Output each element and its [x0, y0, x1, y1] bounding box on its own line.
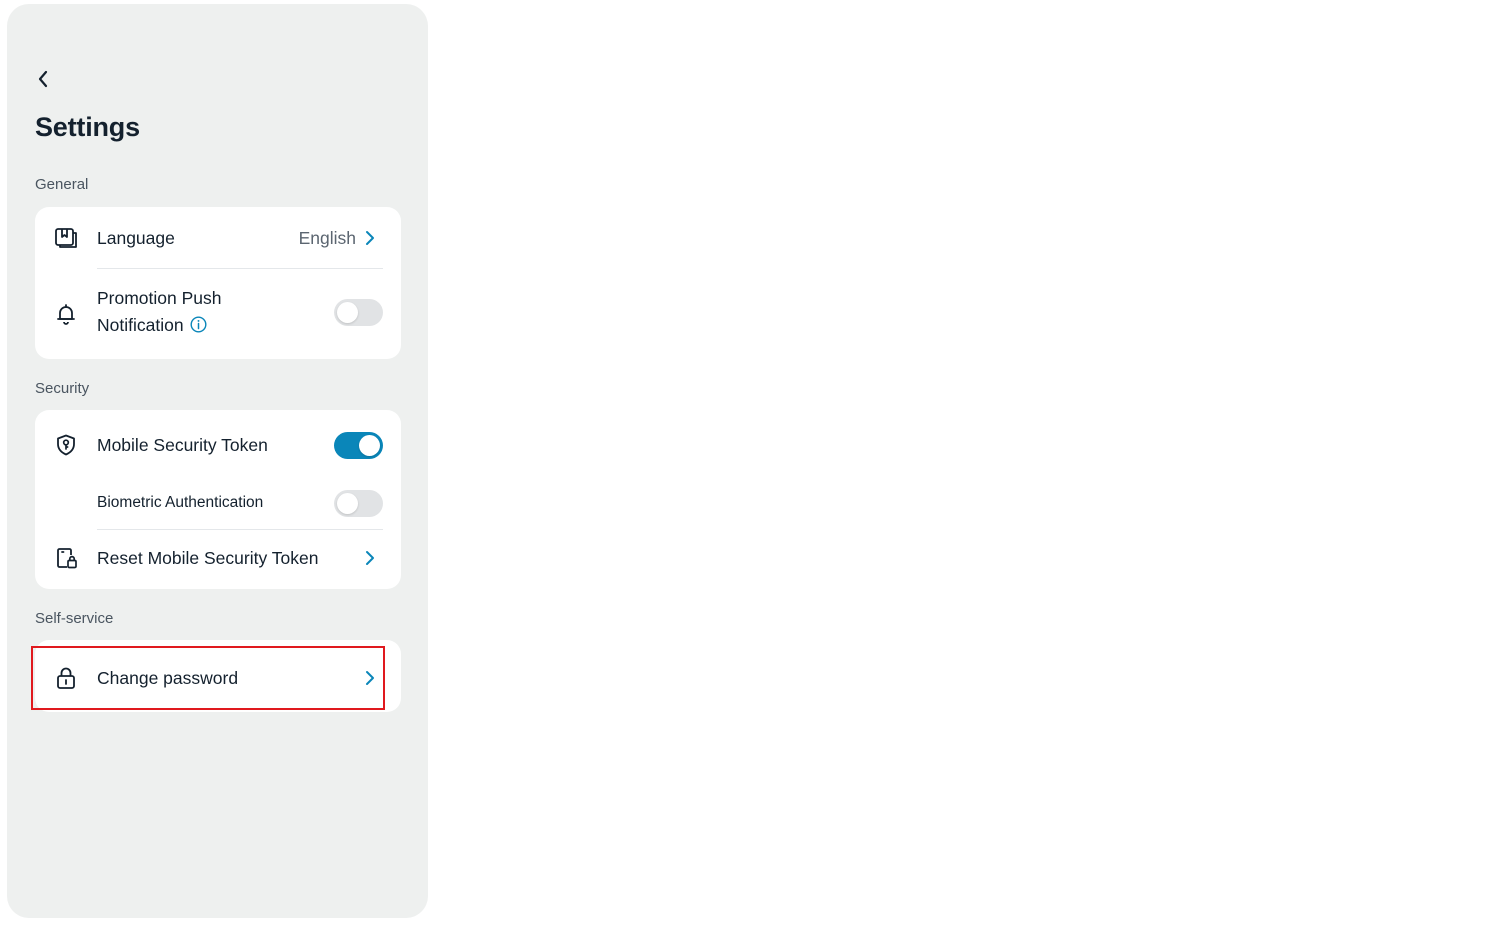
bell-icon: [53, 301, 79, 327]
change-password-label: Change password: [97, 667, 239, 688]
language-icon: [53, 225, 79, 251]
chevron-right-icon: [363, 549, 377, 567]
section-label-security: Security: [35, 380, 90, 397]
mobile-security-token-row: Mobile Security Token: [35, 410, 401, 480]
chevron-right-icon: [363, 229, 377, 247]
promotion-push-row: Promotion Push Notification: [35, 269, 401, 359]
phone-lock-icon: [53, 545, 79, 571]
promotion-push-toggle[interactable]: [334, 299, 383, 326]
lock-icon: [53, 665, 79, 691]
section-label-general: General: [35, 176, 89, 193]
toggle-knob: [337, 302, 358, 323]
settings-screen: Settings General Language English Promot…: [7, 4, 428, 918]
section-label-self-service: Self-service: [35, 610, 114, 627]
language-row[interactable]: Language English: [35, 207, 401, 269]
promotion-push-label-line2: Notification: [97, 315, 184, 335]
toggle-knob: [359, 435, 380, 456]
change-password-row[interactable]: Change password: [35, 648, 401, 708]
toggle-knob: [337, 493, 358, 514]
promotion-push-label-line2-wrap: Notification: [97, 312, 222, 341]
security-card: Mobile Security Token Biometric Authenti…: [35, 410, 401, 589]
chevron-right-icon: [363, 669, 377, 687]
biometric-row: Biometric Authentication: [35, 480, 401, 526]
reset-token-label: Reset Mobile Security Token: [97, 547, 319, 568]
shield-key-icon: [53, 432, 79, 458]
mobile-security-token-toggle[interactable]: [334, 432, 383, 459]
page-title: Settings: [35, 112, 140, 142]
reset-token-row[interactable]: Reset Mobile Security Token: [35, 530, 401, 586]
promotion-push-label-line1: Promotion Push: [97, 288, 222, 308]
biometric-toggle[interactable]: [334, 490, 383, 517]
biometric-label: Biometric Authentication: [97, 494, 264, 511]
mobile-security-token-label: Mobile Security Token: [97, 434, 268, 455]
language-value: English: [298, 227, 356, 248]
back-button[interactable]: [32, 66, 54, 92]
self-service-card: Change password: [35, 640, 401, 712]
general-card: Language English Promotion Push Notifica…: [35, 207, 401, 359]
promotion-push-label: Promotion Push Notification: [97, 285, 222, 341]
language-label: Language: [97, 227, 175, 248]
chevron-left-icon: [38, 70, 48, 88]
info-icon[interactable]: [190, 314, 207, 341]
